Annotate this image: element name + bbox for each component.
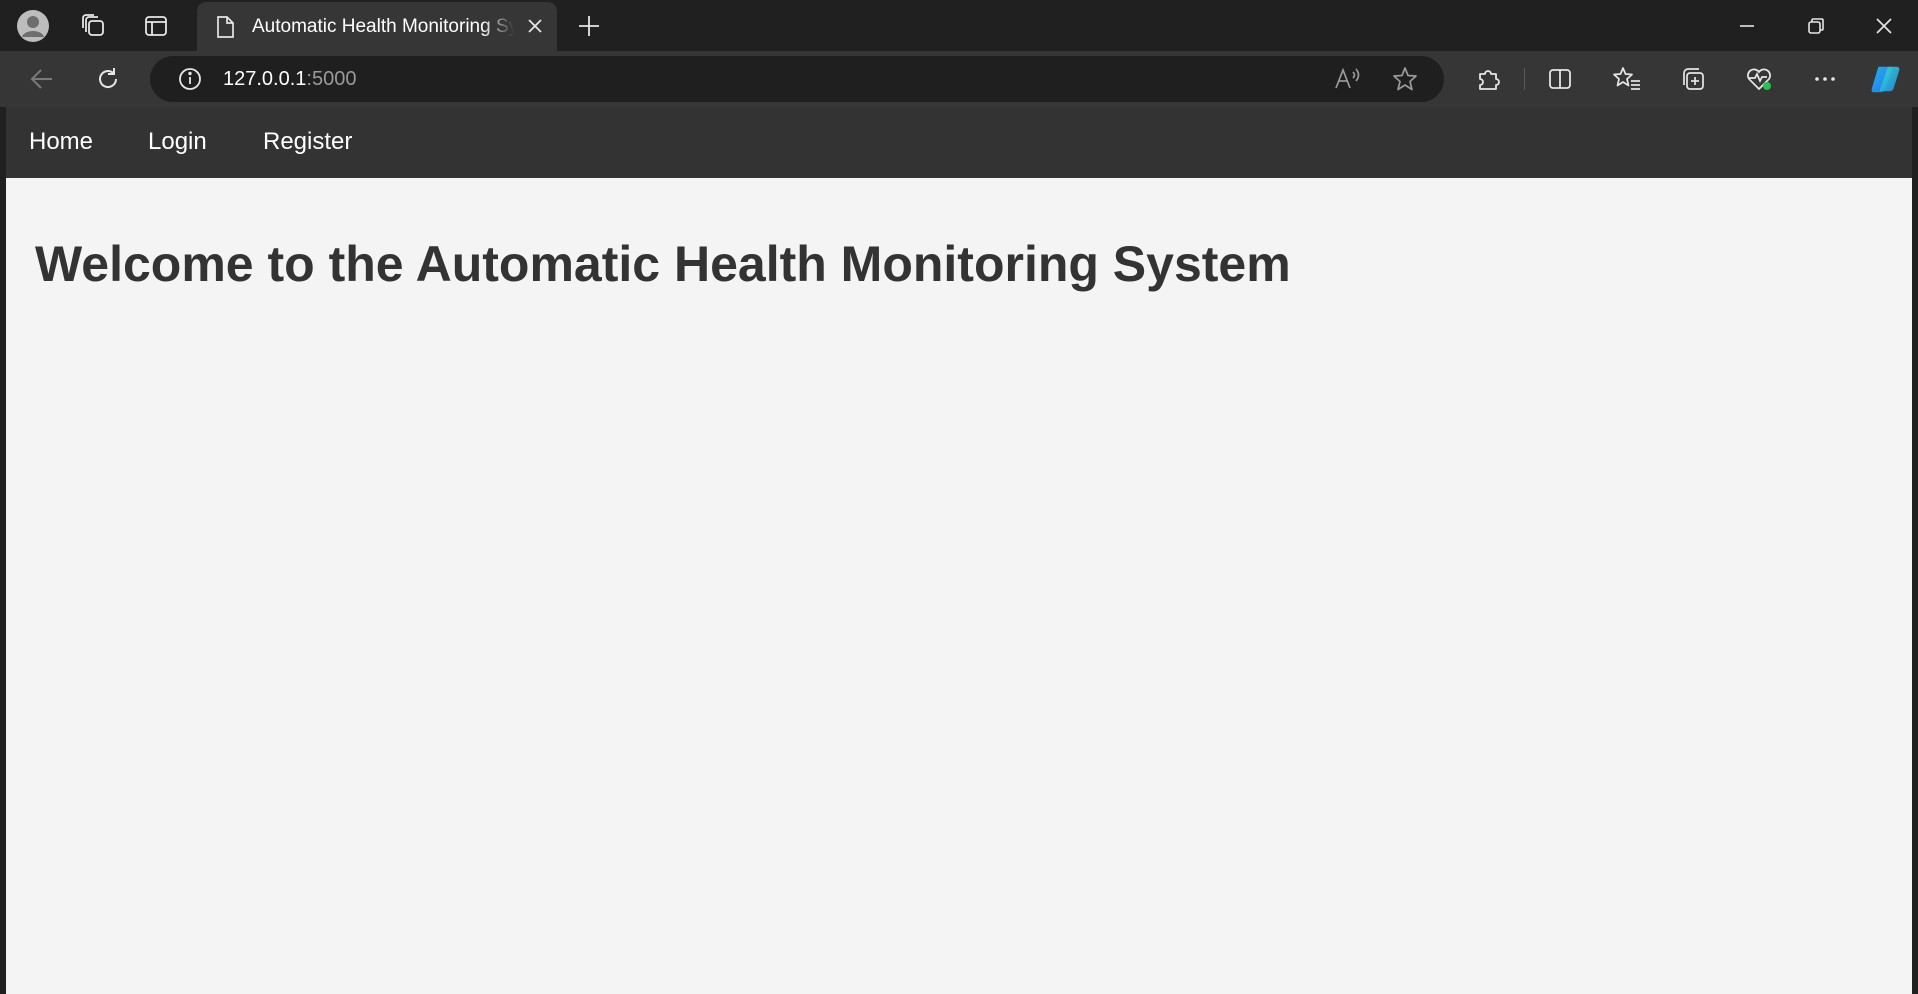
puzzle-icon[interactable] [1471,62,1505,96]
restore-icon[interactable] [1796,11,1836,41]
browser-toolbar: 127.0.0.1:5000 [0,51,1918,107]
nav-register-link[interactable]: Register [263,128,352,156]
plus-icon[interactable] [572,9,606,43]
refresh-icon[interactable] [91,62,125,96]
site-nav: Home Login Register [6,107,1912,178]
collections-icon[interactable] [1676,62,1710,96]
info-icon[interactable] [173,62,207,96]
address-bar[interactable]: 127.0.0.1:5000 [150,56,1444,102]
copilot-icon[interactable] [1869,62,1903,96]
star-icon[interactable] [1388,62,1422,96]
more-dots-icon[interactable] [1808,62,1842,96]
nav-home-link[interactable]: Home [29,128,93,156]
address-url[interactable]: 127.0.0.1:5000 [223,68,356,91]
page-viewport: Home Login Register Welcome to the Autom… [6,107,1912,994]
split-screen-icon[interactable] [1543,62,1577,96]
tab-title: Automatic Health Monitoring System [252,16,514,37]
vertical-tabs-icon[interactable] [139,9,173,43]
favorites-list-icon[interactable] [1610,62,1644,96]
address-port: :5000 [306,68,357,90]
page-icon [215,15,235,44]
window-close-icon[interactable] [1864,11,1904,41]
profile-avatar-icon[interactable] [16,9,50,43]
browser-tab-active[interactable]: Automatic Health Monitoring System [197,2,557,51]
nav-login-link[interactable]: Login [148,128,207,156]
toolbar-divider [1524,68,1525,90]
read-aloud-icon[interactable] [1330,62,1364,96]
heart-pulse-icon[interactable] [1742,62,1776,96]
close-icon[interactable] [525,16,545,41]
workspaces-icon[interactable] [76,9,110,43]
page-title: Welcome to the Automatic Health Monitori… [35,236,1291,292]
browser-tab-strip: Automatic Health Monitoring System [0,0,1918,51]
back-arrow-icon[interactable] [25,62,59,96]
address-host: 127.0.0.1 [223,68,307,90]
minimize-icon[interactable] [1727,11,1767,41]
